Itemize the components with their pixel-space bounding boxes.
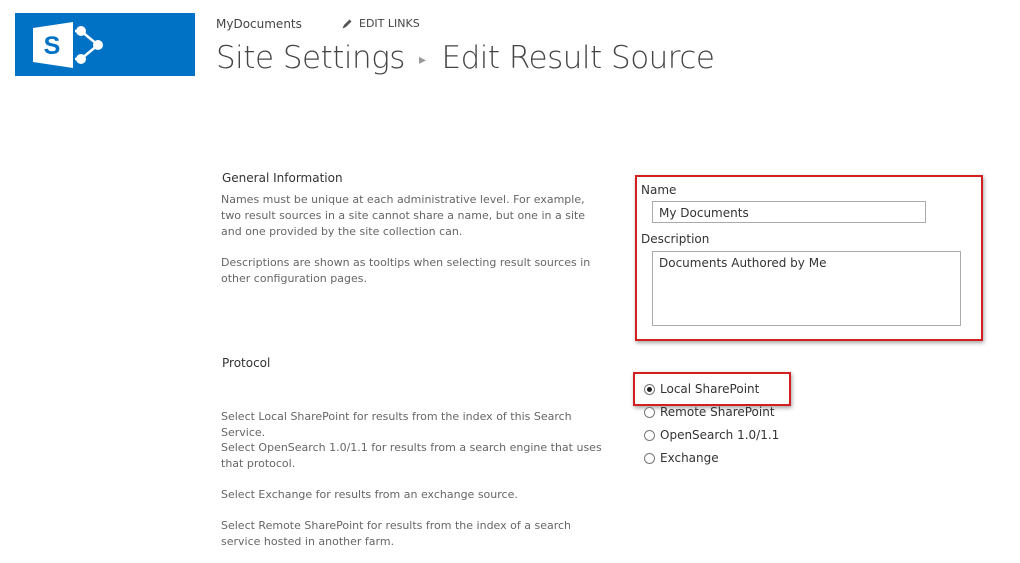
protocol-desc-remote: Select Remote SharePoint for results fro… [221,519,572,548]
sharepoint-logo[interactable]: S [15,13,195,76]
sharepoint-icon: S [33,22,103,68]
edit-links-button[interactable]: EDIT LINKS [341,17,420,30]
protocol-heading: Protocol [222,356,271,370]
breadcrumb-site-settings[interactable]: Site Settings [216,40,405,76]
protocol-desc-opensearch: Select OpenSearch 1.0/1.1 for results fr… [221,441,602,470]
radio-label-opensearch[interactable]: OpenSearch 1.0/1.1 [660,428,779,442]
radio-label-exchange[interactable]: Exchange [660,451,719,465]
radio-option-remote-sharepoint[interactable]: Remote SharePoint [644,405,775,419]
general-info-desc-2: Descriptions are shown as tooltips when … [221,256,591,285]
general-info-desc-1: Names must be unique at each administrat… [221,193,586,238]
description-textarea[interactable]: Documents Authored by Me [652,251,961,326]
svg-text:S: S [44,32,61,60]
edit-links-label: EDIT LINKS [359,17,420,30]
breadcrumb-current: Edit Result Source [441,40,715,76]
name-input[interactable]: My Documents [652,201,926,223]
breadcrumb-separator-icon: ▸ [418,52,426,68]
radio-opensearch[interactable] [644,429,655,441]
protocol-desc-local: Select Local SharePoint for results from… [221,410,572,439]
description-label: Description [641,232,710,246]
radio-remote-sharepoint[interactable] [644,406,655,418]
general-info-heading: General Information [222,171,343,185]
page-title: Site Settings ▸ Edit Result Source [216,40,715,76]
name-label: Name [641,183,677,197]
pencil-icon [342,19,352,28]
protocol-desc-exchange: Select Exchange for results from an exch… [221,488,518,501]
radio-local-sharepoint[interactable] [644,383,655,395]
radio-option-exchange[interactable]: Exchange [644,451,719,465]
radio-option-local-sharepoint[interactable]: Local SharePoint [644,382,759,396]
radio-label-remote-sharepoint[interactable]: Remote SharePoint [660,405,775,419]
site-link[interactable]: MyDocuments [216,17,302,31]
radio-exchange[interactable] [644,452,655,464]
radio-option-opensearch[interactable]: OpenSearch 1.0/1.1 [644,428,779,442]
radio-label-local-sharepoint[interactable]: Local SharePoint [660,382,759,396]
